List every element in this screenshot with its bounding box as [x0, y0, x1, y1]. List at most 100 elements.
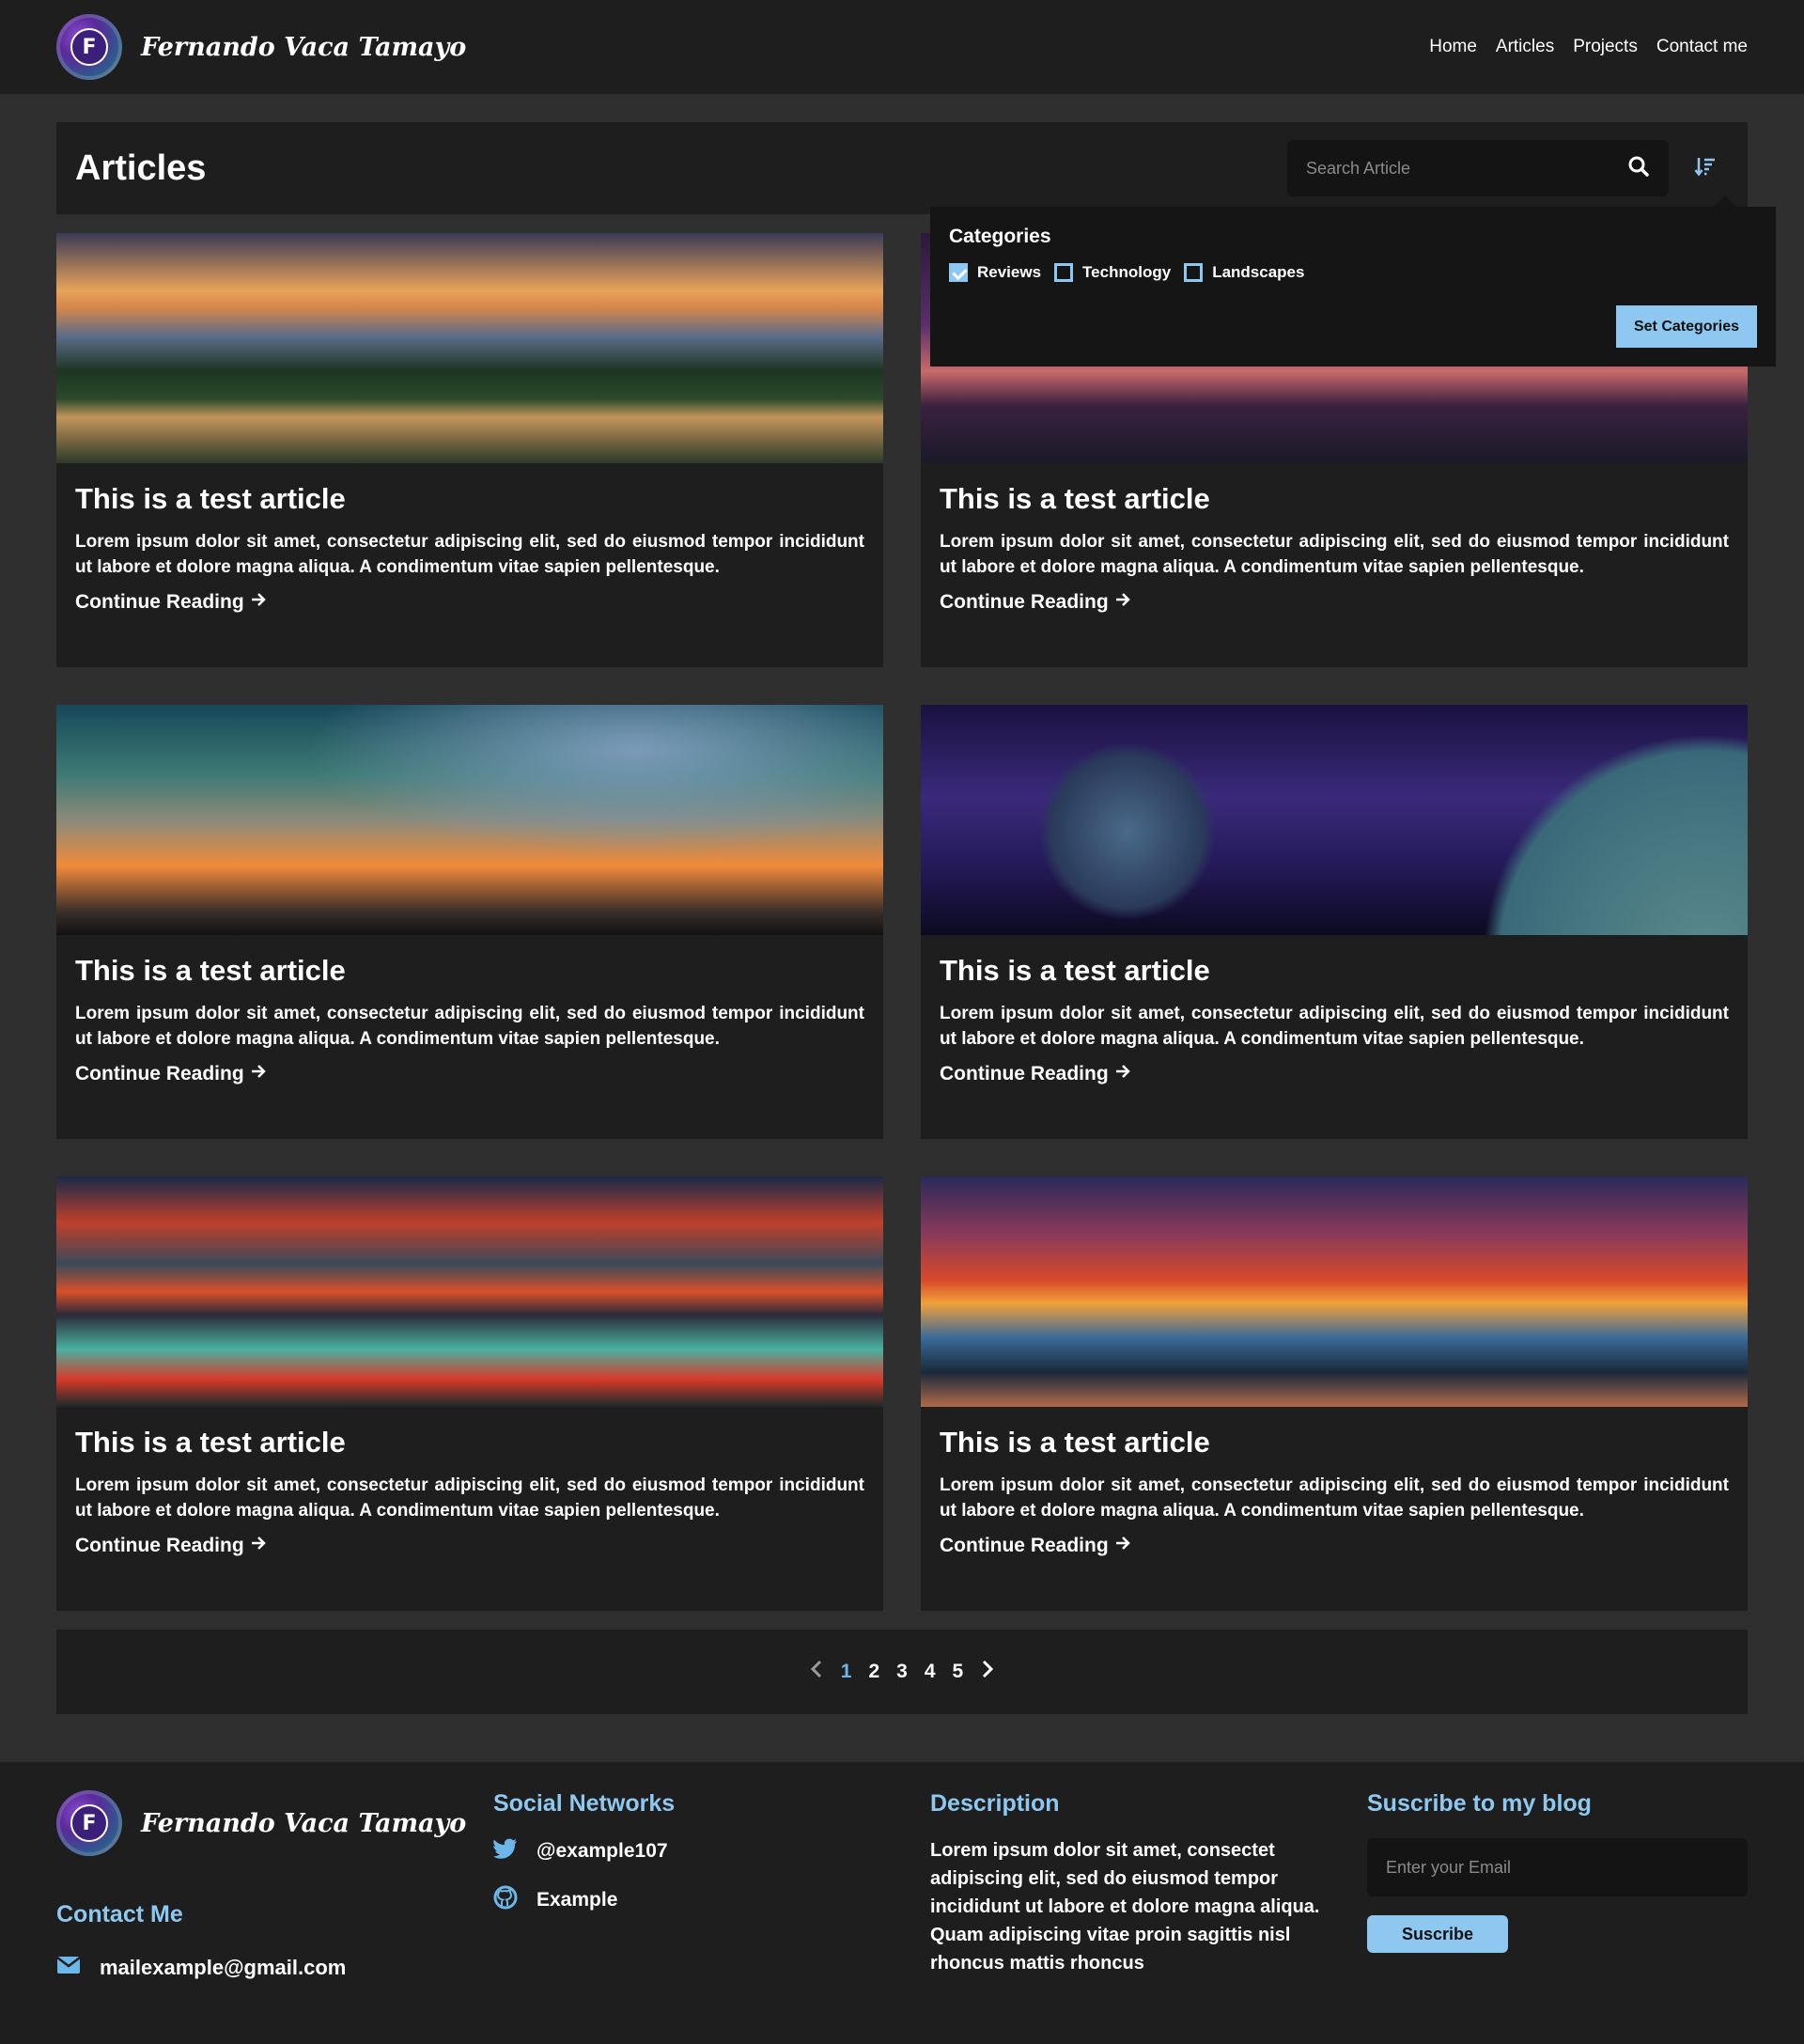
- page-link-3[interactable]: 3: [896, 1661, 908, 1683]
- page-link-4[interactable]: 4: [925, 1661, 936, 1683]
- article-image[interactable]: [921, 705, 1748, 935]
- chevron-left-icon[interactable]: [809, 1659, 824, 1685]
- social-title: Social Networks: [493, 1790, 676, 1817]
- category-landscapes[interactable]: Landscapes: [1184, 263, 1304, 282]
- continue-reading-label: Continue Reading: [940, 1063, 1109, 1084]
- footer-description: Description Lorem ipsum dolor sit amet, …: [930, 1790, 1325, 1977]
- article-title[interactable]: This is a test article: [940, 1426, 1729, 1459]
- email-text: mailexample@gmail.com: [100, 1956, 347, 1979]
- description-text: Lorem ipsum dolor sit amet, consectet ad…: [930, 1840, 1320, 1974]
- continue-reading-label: Continue Reading: [75, 1535, 244, 1556]
- nav-link-home[interactable]: Home: [1429, 37, 1477, 57]
- page-link-1[interactable]: 1: [841, 1661, 852, 1683]
- continue-reading-link[interactable]: Continue Reading: [75, 1063, 267, 1085]
- search-input[interactable]: [1306, 158, 1607, 179]
- sort-icon: [1694, 155, 1717, 181]
- article-image[interactable]: [56, 1177, 883, 1407]
- article-title[interactable]: This is a test article: [940, 482, 1729, 516]
- social-github[interactable]: Example: [493, 1885, 675, 1915]
- arrow-right-icon: [250, 1535, 267, 1557]
- article-image[interactable]: [921, 1177, 1748, 1407]
- nav-link-projects[interactable]: Projects: [1573, 37, 1638, 57]
- twitter-handle: @example107: [537, 1840, 668, 1862]
- search-icon[interactable]: [1627, 155, 1650, 181]
- pagination: 1 2 3 4 5: [56, 1630, 1748, 1714]
- search-box: [1287, 140, 1669, 196]
- category-checkbox-reviews[interactable]: [949, 263, 968, 282]
- category-technology[interactable]: Technology: [1054, 263, 1171, 282]
- description-title: Description: [930, 1790, 1060, 1817]
- page-title: Articles: [75, 148, 207, 188]
- github-name: Example: [537, 1889, 618, 1911]
- article-title[interactable]: This is a test article: [940, 954, 1729, 988]
- article-title[interactable]: This is a test article: [75, 482, 864, 516]
- continue-reading-link[interactable]: Continue Reading: [75, 1535, 267, 1557]
- article-card[interactable]: This is a test article Lorem ipsum dolor…: [56, 233, 883, 667]
- nav-link-contact[interactable]: Contact me: [1656, 37, 1748, 57]
- article-excerpt: Lorem ipsum dolor sit amet, consectetur …: [75, 532, 864, 577]
- contact-title: Contact Me: [56, 1901, 183, 1927]
- continue-reading-link[interactable]: Continue Reading: [940, 591, 1131, 614]
- article-image[interactable]: [56, 705, 883, 935]
- logo: F: [56, 1790, 122, 1856]
- category-label: Technology: [1082, 263, 1172, 281]
- subscribe-email-input[interactable]: [1386, 1857, 1729, 1878]
- mail-icon: [56, 1956, 81, 1980]
- footer: F Fernando Vaca Tamayo Contact Me mailex…: [0, 1762, 1804, 2044]
- search-wrap: [1287, 140, 1729, 196]
- nav-link-articles[interactable]: Articles: [1496, 37, 1554, 57]
- twitter-icon: [493, 1838, 518, 1865]
- page-link-2[interactable]: 2: [868, 1661, 879, 1683]
- categories-title: Categories: [949, 226, 1051, 247]
- logo-letter: F: [70, 1804, 108, 1842]
- navbar: F Fernando Vaca Tamayo Home Articles Pro…: [0, 0, 1804, 94]
- category-reviews[interactable]: Reviews: [949, 263, 1041, 282]
- article-title[interactable]: This is a test article: [75, 954, 864, 988]
- continue-reading-label: Continue Reading: [75, 591, 244, 613]
- category-checkbox-landscapes[interactable]: [1184, 263, 1204, 282]
- sort-button[interactable]: [1682, 145, 1729, 192]
- contact-email[interactable]: mailexample@gmail.com: [56, 1956, 346, 1980]
- page-link-5[interactable]: 5: [953, 1661, 964, 1683]
- arrow-right-icon: [250, 1063, 267, 1085]
- brand-name: Fernando Vaca Tamayo: [141, 32, 467, 62]
- article-card[interactable]: This is a test article Lorem ipsum dolor…: [921, 705, 1748, 1139]
- chevron-right-icon[interactable]: [980, 1659, 995, 1685]
- github-icon: [493, 1885, 518, 1915]
- article-card[interactable]: This is a test article Lorem ipsum dolor…: [56, 1177, 883, 1611]
- logo-letter: F: [70, 28, 108, 66]
- arrow-right-icon: [1114, 1535, 1131, 1557]
- article-title[interactable]: This is a test article: [75, 1426, 864, 1459]
- article-excerpt: Lorem ipsum dolor sit amet, consectetur …: [940, 1475, 1729, 1521]
- brand[interactable]: F Fernando Vaca Tamayo: [56, 14, 466, 80]
- arrow-right-icon: [250, 591, 267, 614]
- article-excerpt: Lorem ipsum dolor sit amet, consectetur …: [940, 532, 1729, 577]
- footer-brand-logo[interactable]: F Fernando Vaca Tamayo: [56, 1790, 466, 1856]
- arrow-right-icon: [1114, 591, 1131, 614]
- nav-links: Home Articles Projects Contact me: [1429, 37, 1748, 57]
- subscribe-button[interactable]: Suscribe: [1367, 1915, 1508, 1953]
- continue-reading-label: Continue Reading: [940, 1535, 1109, 1556]
- set-categories-button[interactable]: Set Categories: [1616, 305, 1757, 348]
- continue-reading-label: Continue Reading: [75, 1063, 244, 1084]
- footer-brand-name: Fernando Vaca Tamayo: [141, 1808, 467, 1838]
- articles-header: Articles: [56, 122, 1748, 214]
- article-excerpt: Lorem ipsum dolor sit amet, consectetur …: [75, 1475, 864, 1521]
- categories-list: Reviews Technology Landscapes: [949, 263, 1757, 282]
- social-networks: Social Networks @example107 Example: [493, 1790, 675, 1915]
- continue-reading-link[interactable]: Continue Reading: [75, 591, 267, 614]
- social-twitter[interactable]: @example107: [493, 1838, 675, 1865]
- article-excerpt: Lorem ipsum dolor sit amet, consectetur …: [75, 1004, 864, 1049]
- category-checkbox-technology[interactable]: [1054, 263, 1074, 282]
- article-card[interactable]: This is a test article Lorem ipsum dolor…: [921, 1177, 1748, 1611]
- article-card[interactable]: This is a test article Lorem ipsum dolor…: [56, 705, 883, 1139]
- continue-reading-label: Continue Reading: [940, 591, 1109, 613]
- continue-reading-link[interactable]: Continue Reading: [940, 1535, 1131, 1557]
- arrow-right-icon: [1114, 1063, 1131, 1085]
- subscribe-email-box: [1367, 1838, 1748, 1896]
- continue-reading-link[interactable]: Continue Reading: [940, 1063, 1131, 1085]
- logo: F: [56, 14, 122, 80]
- category-label: Reviews: [977, 263, 1042, 281]
- subscribe-section: Suscribe to my blog Suscribe: [1367, 1790, 1748, 1953]
- article-image[interactable]: [56, 233, 883, 463]
